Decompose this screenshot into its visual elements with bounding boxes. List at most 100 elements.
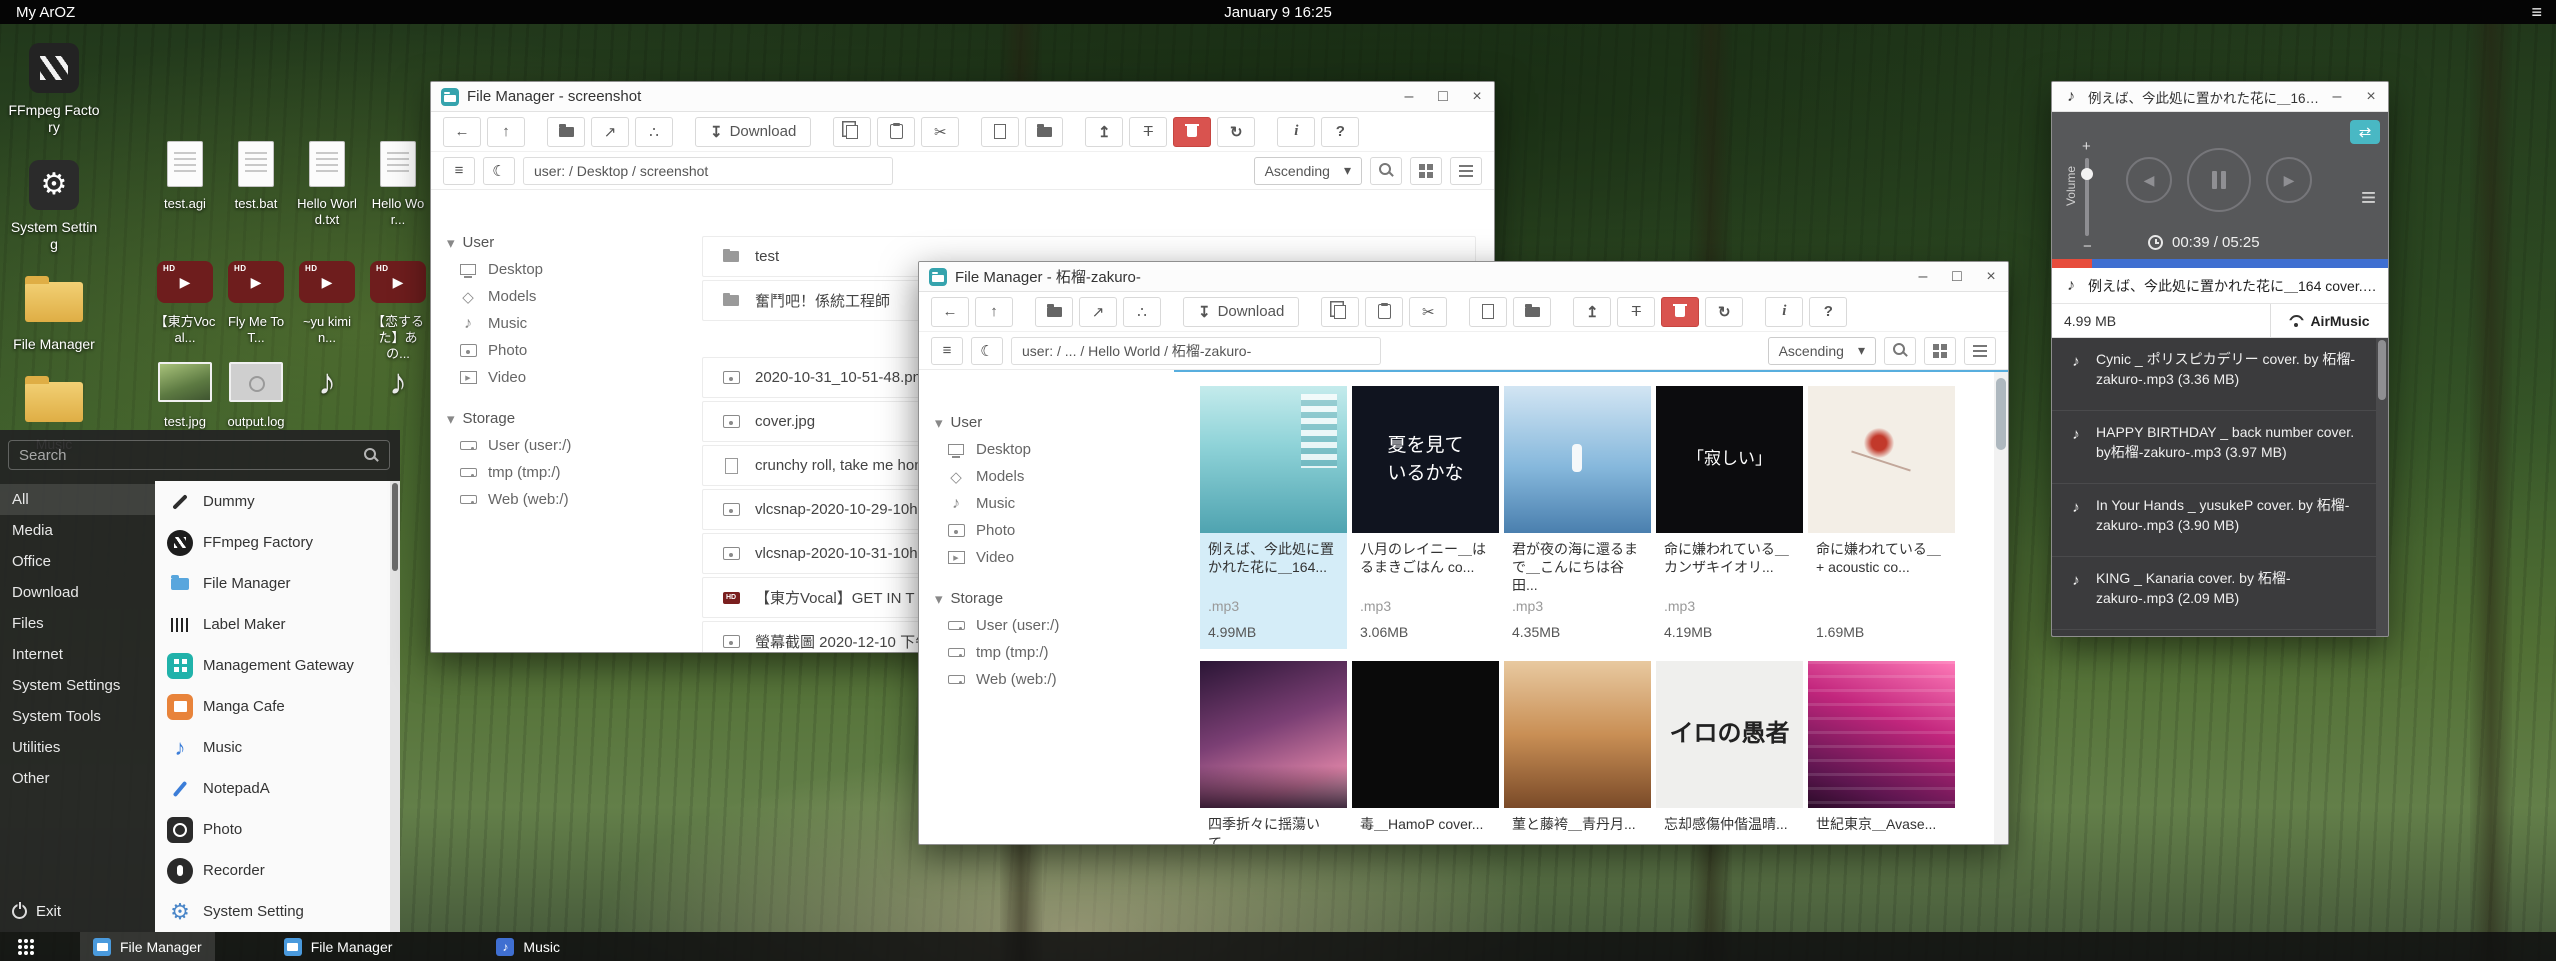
search-button[interactable] [1884,337,1916,365]
sidebar-item[interactable]: tmp (tmp:/) [919,639,1174,666]
maximize-button[interactable] [1436,88,1450,106]
titlebar[interactable]: File Manager - 柘榴-zakuro- [919,262,2008,292]
category-item[interactable]: Files [0,608,155,639]
scrollbar[interactable] [390,481,400,932]
dark-mode-toggle[interactable] [971,337,1003,365]
category-item[interactable]: Download [0,577,155,608]
share-button[interactable] [635,117,673,147]
list-view-button[interactable] [1450,157,1482,185]
grid-view-button[interactable] [1410,157,1442,185]
file-tile[interactable]: 四季折々に揺蕩いて... [1200,661,1347,844]
cut-button[interactable] [921,117,959,147]
desktop-icon[interactable]: File Manager [2,274,106,353]
info-button[interactable] [1765,297,1803,327]
delete-button[interactable] [1173,117,1211,147]
back-button[interactable] [931,297,969,327]
app-item[interactable]: Manga Cafe [155,686,400,727]
open-external-button[interactable] [591,117,629,147]
open-button[interactable] [1035,297,1073,327]
back-button[interactable] [443,117,481,147]
minimize-button[interactable] [1402,88,1416,106]
top-menu-icon[interactable] [2531,1,2542,23]
open-external-button[interactable] [1079,297,1117,327]
playlist-item[interactable]: In Your Hands _ yusukeP cover. by 柘榴-zak… [2052,484,2388,557]
app-item[interactable]: System Setting [155,891,400,932]
sidebar-item[interactable]: Video [431,364,686,391]
sidebar-item[interactable]: Web (web:/) [919,666,1174,693]
sidebar-item[interactable]: Desktop [431,256,686,283]
up-button[interactable] [487,117,525,147]
file-tile[interactable]: 「寂しい」 命に嫌われている＿カンザキイオリ... .mp3 4.19MB [1656,386,1803,649]
close-button[interactable] [1470,88,1484,106]
desktop-icon[interactable] [365,356,431,430]
player-menu-button[interactable] [2361,184,2376,210]
app-item[interactable]: Recorder [155,850,400,891]
volume-down-icon[interactable] [2083,238,2092,255]
search-input[interactable] [19,447,364,464]
sidebar-section-storage[interactable]: Storage [431,405,686,432]
desktop-icon[interactable]: Hello World.txt [294,138,360,228]
volume-track[interactable] [2085,158,2089,236]
sort-order-select[interactable]: Ascending [1768,337,1876,365]
search-button[interactable] [1370,157,1402,185]
sidebar-item[interactable]: Music [431,310,686,337]
desktop-icon[interactable]: System Setting [2,157,106,253]
volume-up-icon[interactable] [2082,138,2091,155]
desktop-icon[interactable] [294,356,360,430]
next-track-button[interactable] [2266,157,2312,203]
grid-view-button[interactable] [1924,337,1956,365]
app-item[interactable]: File Manager [155,563,400,604]
titlebar[interactable]: File Manager - screenshot [431,82,1494,112]
category-item[interactable]: System Tools [0,701,155,732]
file-tile[interactable]: 例えば、今此処に置かれた花に＿164... .mp3 4.99MB [1200,386,1347,649]
up-button[interactable] [975,297,1013,327]
minimize-button[interactable] [1916,268,1930,286]
maximize-button[interactable] [1950,268,1964,286]
file-tile[interactable]: 菫と藤袴＿青丹月... [1504,661,1651,844]
share-button[interactable] [1123,297,1161,327]
taskbar-task[interactable]: File Manager [80,932,215,961]
address-input[interactable]: user: / Desktop / screenshot [523,157,893,185]
search-box[interactable] [8,440,390,470]
dark-mode-toggle[interactable] [483,157,515,185]
category-item[interactable]: Office [0,546,155,577]
rename-button[interactable] [1129,117,1167,147]
exit-button[interactable]: Exit [12,903,61,920]
category-item[interactable]: Internet [0,639,155,670]
new-folder-button[interactable] [1025,117,1063,147]
airmusic-source[interactable]: AirMusic [2270,304,2388,337]
sidebar-item[interactable]: Web (web:/) [431,486,686,513]
desktop-icon[interactable]: ~yu kimin... [294,256,360,362]
desktop-icon[interactable]: Hello Wor... [365,138,431,228]
help-button[interactable] [1321,117,1359,147]
playlist-item[interactable]: KING _ Kanaria cover. by 柘榴-zakuro-.mp3 … [2052,557,2388,630]
taskbar-task[interactable]: File Manager [271,932,406,961]
desktop-icon[interactable]: 【恋するた】あの... [365,256,431,362]
desktop-icon[interactable]: test.agi [152,138,218,228]
refresh-button[interactable] [1217,117,1255,147]
sidebar-item[interactable]: User (user:/) [431,432,686,459]
sidebar-item[interactable]: Photo [919,517,1174,544]
close-button[interactable] [2364,88,2378,106]
sidebar-item[interactable]: Music [919,490,1174,517]
help-button[interactable] [1809,297,1847,327]
paste-button[interactable] [1365,297,1403,327]
list-view-button[interactable] [1964,337,1996,365]
category-item[interactable]: System Settings [0,670,155,701]
address-input[interactable]: user: / ... / Hello World / 柘榴-zakuro- [1011,337,1381,365]
paste-button[interactable] [877,117,915,147]
sidebar-item[interactable]: Photo [431,337,686,364]
scrollbar[interactable] [1994,372,2008,844]
previous-track-button[interactable] [2126,157,2172,203]
desktop-icon[interactable]: Fly Me To T... [223,256,289,362]
new-file-button[interactable] [981,117,1019,147]
upload-button[interactable] [1573,297,1611,327]
file-tile[interactable]: 君が夜の海に還るまで＿こんにちは谷田... .mp3 4.35MB [1504,386,1651,649]
swap-output-button[interactable] [2350,120,2380,144]
app-item[interactable]: Dummy [155,481,400,522]
titlebar[interactable]: 例えば、今此処に置かれた花に＿164 c... [2052,82,2388,112]
scrollbar[interactable] [2376,338,2388,636]
pause-button[interactable] [2187,148,2251,212]
desktop-icon[interactable]: output.log [223,356,289,430]
download-button[interactable]: Download [1183,297,1299,327]
